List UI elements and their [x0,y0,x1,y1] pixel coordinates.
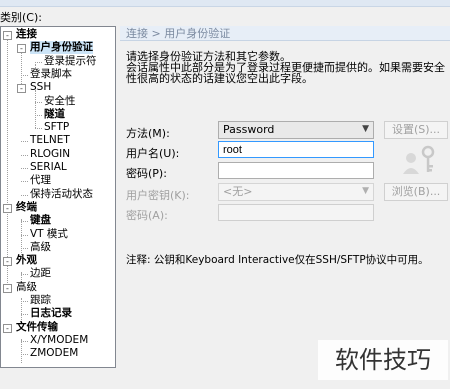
tree-line [35,90,36,128]
window-top-strip [0,0,450,7]
tree-item[interactable]: 保持活动状态 [30,188,93,201]
tree-item[interactable]: 外观 [16,254,37,267]
user-key-value: <无> [223,185,253,198]
note-text: 注释: 公钥和Keyboard Interactive仅在SSH/SFTP协议中… [126,254,429,266]
tree-line [21,168,28,169]
tree-line [21,181,28,183]
tree-item[interactable]: 登录脚本 [30,68,72,81]
tree-line [35,128,42,130]
tree-line [21,234,28,236]
tree-line [35,101,42,103]
tree-item[interactable]: 键盘 [30,214,51,227]
tree-item[interactable]: 边距 [30,267,51,280]
tree-line [7,35,8,287]
tree-item[interactable]: SFTP [44,121,69,134]
tree-line [35,114,42,116]
collapse-icon[interactable]: - [3,323,12,333]
collapse-icon[interactable]: - [17,44,26,54]
tree-item[interactable]: 登录提示符 [44,55,97,68]
tree-line [21,340,28,342]
category-tree[interactable]: 连接 - 用户身份验证 - 登录提示符 登录脚本 SSH - 安全性 隧道 SFTP TELNET RL… [0,26,116,368]
tree-line [21,314,28,316]
tree-line [21,301,28,302]
tree-item[interactable]: SERIAL [30,161,67,174]
password-label: 密码(P): [126,167,167,180]
tree-item[interactable]: VT 模式 [30,228,68,241]
tree-line [21,219,22,259]
user-key-icon [403,145,435,174]
collapse-icon[interactable]: - [3,257,12,267]
user-key-label: 用户密钥(K): [126,189,190,202]
tree-item[interactable]: RLOGIN [30,148,70,161]
tree-line [21,50,22,88]
tree-line [21,339,22,363]
tree-item[interactable]: 连接 [16,28,37,41]
method-label: 方法(M): [126,127,170,140]
passphrase-label: 密码(A): [126,209,168,222]
tree-item[interactable]: 终端 [16,201,37,214]
tree-item[interactable]: 代理 [30,174,51,187]
collapse-icon[interactable]: - [3,203,12,213]
tree-item[interactable]: TELNET [30,134,70,147]
chevron-down-icon: ▼ [362,124,369,134]
tree-item[interactable]: ZMODEM [30,347,78,360]
breadcrumb: 连接 > 用户身份验证 [120,26,450,41]
tree-item[interactable]: 安全性 [44,95,76,108]
tree-line [21,221,28,223]
settings-button[interactable]: 设置(S)... [384,121,448,139]
username-label: 用户名(U): [126,147,180,160]
tree-line [21,274,28,276]
chevron-down-icon: ▼ [362,186,369,196]
tree-item[interactable]: X/YMODEM [30,334,88,347]
tree-item[interactable]: 文件传输 [16,321,58,334]
username-input[interactable] [218,141,374,158]
tree-line [21,194,28,196]
tree-item[interactable]: SSH [30,81,51,94]
tree-item[interactable]: 高级 [16,281,37,294]
browse-button[interactable]: 浏览(B)... [384,183,448,201]
tree-line [21,141,28,143]
settings-panel: 连接 > 用户身份验证 请选择身份验证方法和其它参数。 会话属性中此部分是为了登… [120,26,450,389]
user-key-select[interactable]: <无> ▼ [218,183,374,201]
tree-line [35,61,42,63]
tree-item[interactable]: 隧道 [44,108,65,121]
tree-line [21,354,28,356]
tree-line [21,154,28,156]
category-label: 类别(C): [0,11,42,24]
collapse-icon[interactable]: - [17,84,26,94]
tree-item[interactable]: 高级 [30,241,51,254]
password-input[interactable] [218,162,374,179]
passphrase-input[interactable] [218,204,374,221]
watermark: 软件技巧 [318,340,448,380]
tree-line [21,74,28,76]
description-line-2: 会话属性中此部分是为了登录过程更便捷而提供的。如果需要安全性很高的状态的话建议您… [126,61,445,85]
method-select[interactable]: Password ▼ [218,121,374,139]
tree-line [21,247,28,249]
tree-item[interactable]: 日志记录 [30,307,72,320]
tree-item[interactable]: 跟踪 [30,294,51,307]
tree-item[interactable]: 用户身份验证 [30,41,93,55]
method-value: Password [223,123,275,136]
collapse-icon[interactable]: - [3,283,12,293]
collapse-icon[interactable]: - [3,31,12,40]
